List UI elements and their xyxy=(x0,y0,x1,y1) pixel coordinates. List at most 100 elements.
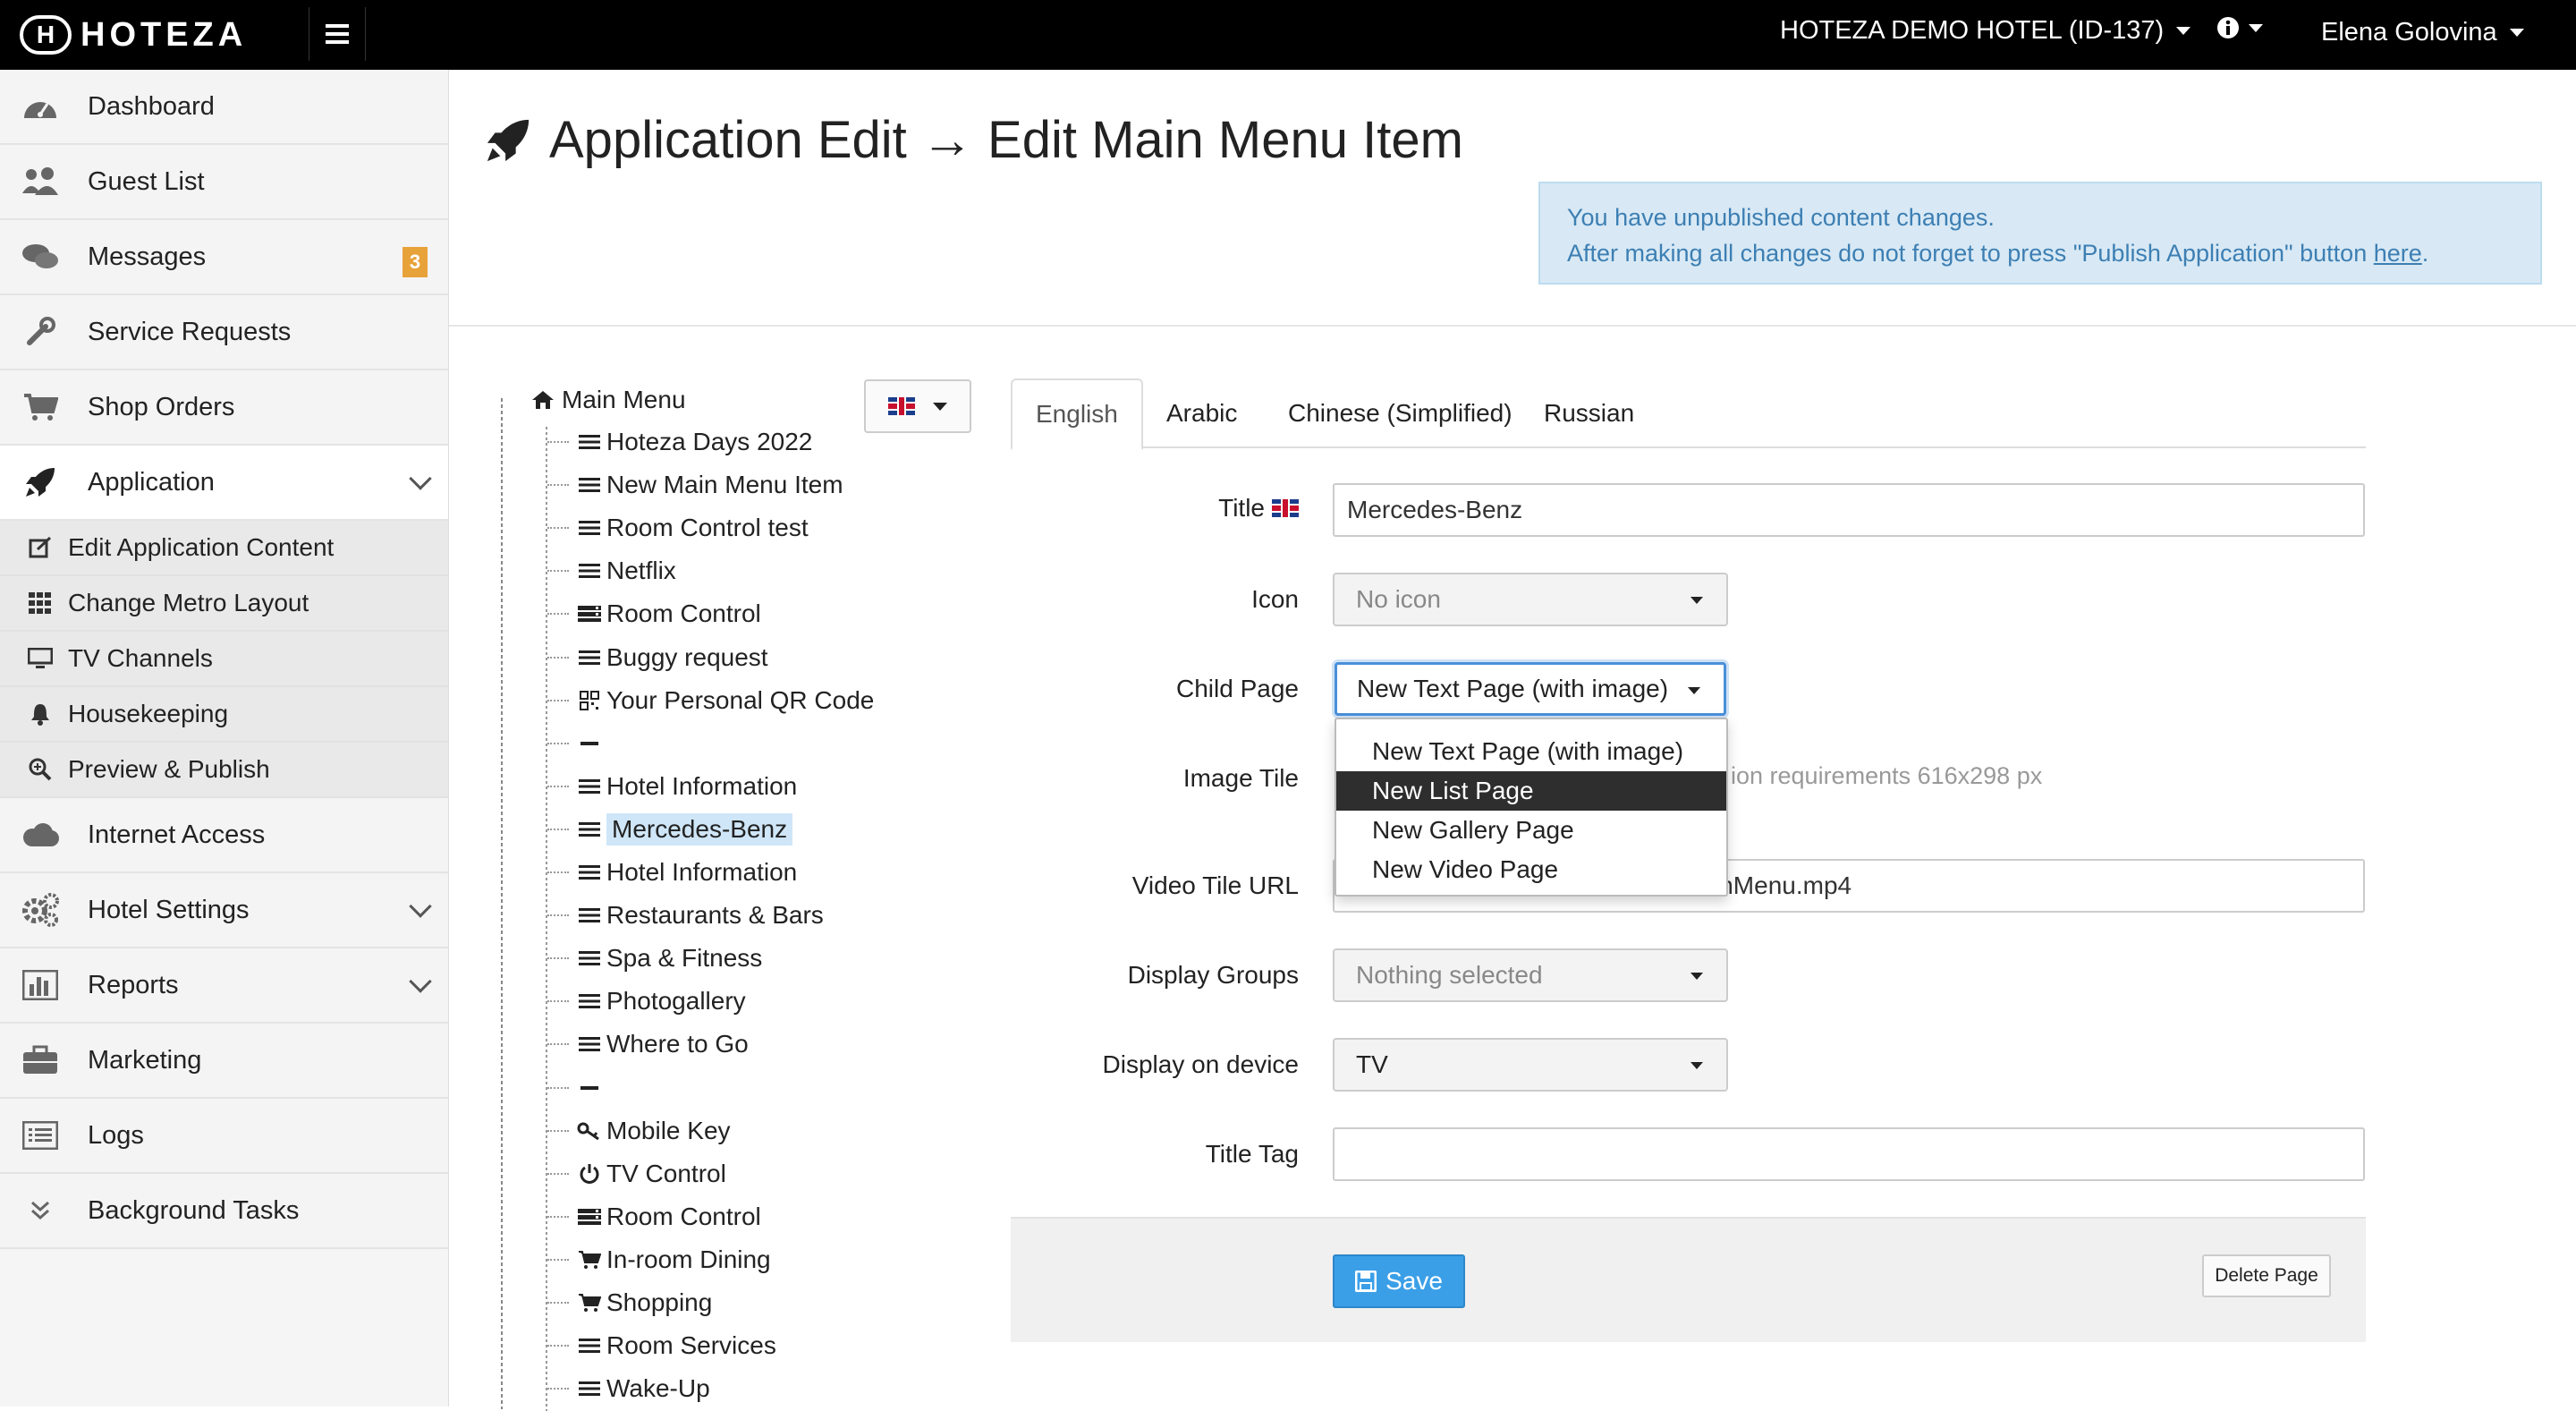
page-title-text: Application Edit → Edit Main Menu Item xyxy=(549,111,1463,169)
sidebar-item-marketing[interactable]: Marketing xyxy=(0,1024,448,1099)
tree-item-label: Where to Go xyxy=(606,1030,749,1058)
comments-icon xyxy=(20,239,61,275)
tree-item[interactable]: Restaurants & Bars xyxy=(547,897,824,933)
tree-item[interactable]: Photogallery xyxy=(547,983,746,1019)
sidebar-item-application[interactable]: Application xyxy=(0,446,448,521)
dropdown-option-video-page[interactable]: New Video Page xyxy=(1336,850,1726,889)
display-on-device-select[interactable]: TV xyxy=(1333,1038,1728,1092)
tree-item[interactable]: Buggy request xyxy=(547,640,768,676)
dropdown-option-list-page[interactable]: New List Page xyxy=(1336,771,1726,811)
list-icon xyxy=(576,992,603,1010)
dropdown-option-text-page[interactable]: New Text Page (with image) xyxy=(1336,732,1726,771)
tree-item[interactable]: Room Control test xyxy=(547,510,809,546)
sidebar-item-messages[interactable]: Messages 3 xyxy=(0,220,448,295)
tree-connector xyxy=(547,1129,569,1132)
tree-item[interactable]: Room Control xyxy=(547,596,761,632)
save-button[interactable]: Save xyxy=(1333,1254,1465,1308)
tree-item[interactable]: Room Services xyxy=(547,1328,776,1364)
tree-item-label: Room Services xyxy=(606,1331,776,1360)
list-icon xyxy=(576,778,603,795)
image-size-hint: ion requirements 616x298 px xyxy=(1731,762,2043,789)
tree-item[interactable]: Netflix xyxy=(547,553,676,589)
tree-item[interactable]: Hotel Information xyxy=(547,769,797,804)
sidebar-item-label: Dashboard xyxy=(88,91,215,121)
sidebar-item-internet-access[interactable]: Internet Access xyxy=(0,798,448,873)
sidebar-item-logs[interactable]: Logs xyxy=(0,1099,448,1174)
title-label: Title xyxy=(1030,494,1299,523)
tree-item[interactable]: Shopping xyxy=(547,1285,712,1321)
tree-item[interactable]: Where to Go xyxy=(547,1026,749,1062)
publish-here-link[interactable]: here xyxy=(2374,240,2422,267)
info-menu-button[interactable] xyxy=(2216,16,2263,39)
tree-item[interactable]: Spa & Fitness xyxy=(547,940,762,976)
server-icon xyxy=(576,605,603,623)
users-icon xyxy=(20,164,61,200)
tree-item[interactable]: Hotel Information xyxy=(547,854,797,890)
monitor-icon xyxy=(25,648,55,669)
tree-root-main-menu[interactable]: Main Menu xyxy=(531,386,686,414)
tree-item[interactable]: Mercedes-Benz xyxy=(547,812,793,847)
chevron-down-icon xyxy=(2249,23,2263,32)
tree-item-label: Buggy request xyxy=(606,642,768,671)
sidebar-item-service-requests[interactable]: Service Requests xyxy=(0,295,448,370)
tree-separator[interactable] xyxy=(547,1070,606,1106)
tree-item[interactable]: In-room Dining xyxy=(547,1242,771,1278)
title-label-text: Title xyxy=(1218,494,1265,522)
separator-icon xyxy=(576,1085,603,1091)
title-input[interactable]: Mercedes-Benz xyxy=(1333,483,2365,537)
search-plus-icon xyxy=(25,758,55,781)
tree-item[interactable]: Wake-Up xyxy=(547,1371,710,1407)
sidebar-subitem-change-metro-layout[interactable]: Change Metro Layout xyxy=(0,576,448,632)
menu-tree: Main Menu Hoteza Days 2022 New Main Menu … xyxy=(501,380,939,1411)
tree-item[interactable]: Mobile Key xyxy=(547,1113,731,1149)
tree-connector xyxy=(547,828,569,830)
icon-select[interactable]: No icon xyxy=(1333,573,1728,626)
tree-item[interactable]: Your Personal QR Code xyxy=(547,683,874,718)
sidebar-item-hotel-settings[interactable]: Hotel Settings xyxy=(0,873,448,948)
sidebar-item-background-tasks[interactable]: Background Tasks xyxy=(0,1174,448,1249)
hotel-selector[interactable]: HOTEZA DEMO HOTEL (ID-137) xyxy=(1780,16,2191,46)
sidebar-item-label: Messages xyxy=(88,242,207,271)
sidebar-item-guest-list[interactable]: Guest List xyxy=(0,145,448,220)
rocket-icon xyxy=(487,119,530,161)
dropdown-option-gallery-page[interactable]: New Gallery Page xyxy=(1336,811,1726,850)
sidebar-subitem-tv-channels[interactable]: TV Channels xyxy=(0,632,448,687)
sidebar-subitem-housekeeping[interactable]: Housekeeping xyxy=(0,687,448,743)
title-tag-input[interactable] xyxy=(1333,1127,2365,1181)
cart-icon xyxy=(576,1293,603,1313)
sidebar-item-label: Logs xyxy=(88,1120,144,1150)
tree-connector xyxy=(547,1086,569,1089)
tree-item[interactable]: Room Control xyxy=(547,1199,761,1235)
tree-separator[interactable] xyxy=(547,726,606,761)
tree-connector xyxy=(547,1000,569,1003)
tree-connector xyxy=(547,742,569,744)
sidebar-subitem-edit-application-content[interactable]: Edit Application Content xyxy=(0,521,448,576)
uk-flag-icon xyxy=(888,397,915,415)
language-flag-selector[interactable] xyxy=(864,379,971,433)
display-groups-select[interactable]: Nothing selected xyxy=(1333,948,1728,1002)
tab-chinese-simplified[interactable]: Chinese (Simplified) xyxy=(1265,378,1536,448)
tree-item-label: Restaurants & Bars xyxy=(606,901,824,930)
sidebar-subitem-preview-publish[interactable]: Preview & Publish xyxy=(0,743,448,798)
sidebar-subitem-label: Change Metro Layout xyxy=(68,589,309,616)
tree-item[interactable]: Hoteza Days 2022 xyxy=(547,424,812,460)
sidebar-item-shop-orders[interactable]: Shop Orders xyxy=(0,370,448,446)
tab-english[interactable]: English xyxy=(1011,378,1143,450)
tab-russian[interactable]: Russian xyxy=(1521,378,1657,448)
tree-connector xyxy=(547,871,569,873)
child-page-select[interactable]: New Text Page (with image) xyxy=(1335,662,1726,716)
user-menu[interactable]: Elena Golovina xyxy=(2321,18,2524,47)
delete-page-button[interactable]: Delete Page xyxy=(2202,1254,2331,1297)
hoteza-logo[interactable]: H HOTEZA xyxy=(20,11,247,59)
tree-item[interactable]: TV Control xyxy=(547,1156,726,1192)
list-icon xyxy=(576,649,603,667)
sidebar-item-reports[interactable]: Reports xyxy=(0,948,448,1024)
tree-item-label: Hotel Information xyxy=(606,858,798,886)
image-tile-label: Image Tile xyxy=(1182,764,1299,792)
tree-item[interactable]: New Main Menu Item xyxy=(547,467,843,503)
menu-toggle-button[interactable] xyxy=(309,7,366,61)
tab-arabic[interactable]: Arabic xyxy=(1143,378,1260,448)
sidebar-item-dashboard[interactable]: Dashboard xyxy=(0,70,448,145)
logo-text: HOTEZA xyxy=(80,15,248,54)
tree-connector xyxy=(547,441,569,443)
